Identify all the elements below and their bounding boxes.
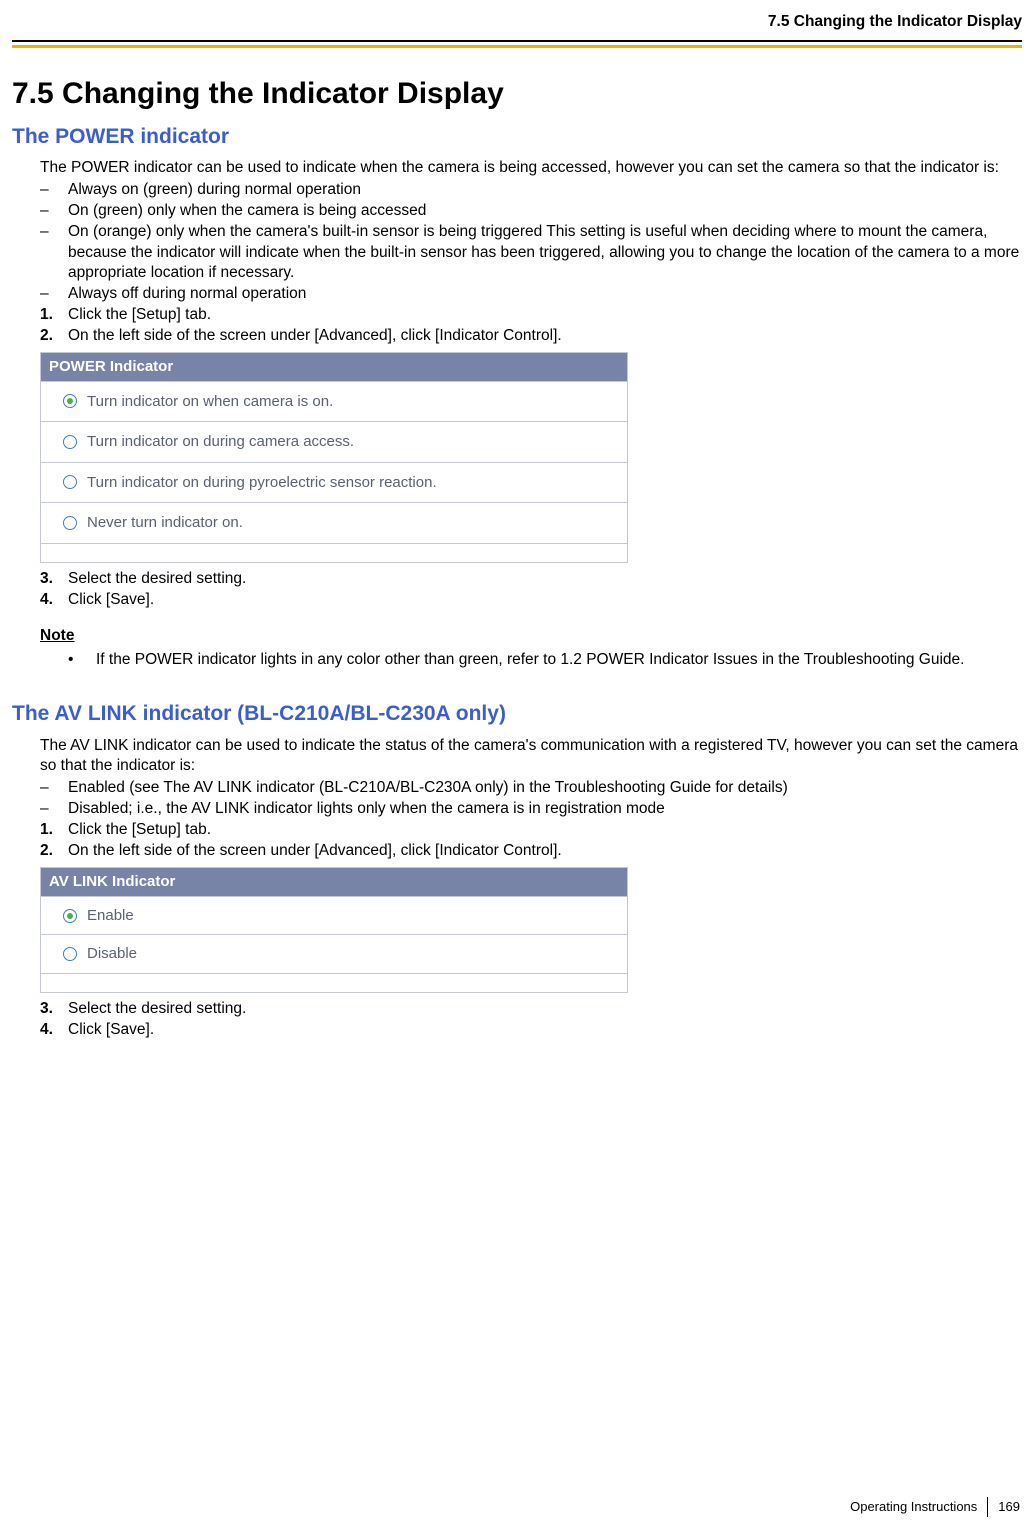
list-item: 3.Select the desired setting. [40,999,1022,1019]
step-text: Click [Save]. [68,590,1022,610]
step-number: 2. [40,841,68,861]
power-dash-list: –Always on (green) during normal operati… [40,180,1022,304]
section-title: 7.5 Changing the Indicator Display [12,74,1022,113]
step-text: Click [Save]. [68,1020,1022,1040]
footer-page-number: 169 [998,1499,1020,1516]
list-item: •If the POWER indicator lights in any co… [68,650,1022,670]
radio-icon[interactable] [63,516,77,530]
page-footer: Operating Instructions 169 [850,1497,1020,1517]
step-number: 3. [40,999,68,1019]
panel-spacer [41,974,627,992]
dash-text: Always on (green) during normal operatio… [68,180,1022,200]
avlink-intro: The AV LINK indicator can be used to ind… [40,736,1022,776]
radio-label: Turn indicator on during camera access. [87,432,354,452]
radio-row[interactable]: Turn indicator on when camera is on. [41,382,627,423]
step-number: 2. [40,326,68,346]
avlink-steps-1: 1.Click the [Setup] tab. 2.On the left s… [40,820,1022,861]
radio-label: Turn indicator on during pyroelectric se… [87,473,437,493]
radio-icon[interactable] [63,475,77,489]
list-item: 2.On the left side of the screen under [… [40,326,1022,346]
power-steps-2: 3.Select the desired setting. 4.Click [S… [40,569,1022,610]
power-intro: The POWER indicator can be used to indic… [40,158,1022,178]
panel-header: AV LINK Indicator [41,868,627,897]
radio-row[interactable]: Disable [41,935,627,974]
dash-marker: – [40,799,68,819]
footer-doc-title: Operating Instructions [850,1499,977,1516]
list-item: –Disabled; i.e., the AV LINK indicator l… [40,799,1022,819]
dash-marker: – [40,222,68,282]
radio-row[interactable]: Turn indicator on during pyroelectric se… [41,463,627,504]
step-text: Select the desired setting. [68,569,1022,589]
radio-icon[interactable] [63,435,77,449]
radio-label: Disable [87,944,137,964]
radio-label: Turn indicator on when camera is on. [87,392,333,412]
panel-spacer [41,544,627,562]
dash-text: Disabled; i.e., the AV LINK indicator li… [68,799,1022,819]
radio-label: Never turn indicator on. [87,513,243,533]
avlink-dash-list: –Enabled (see The AV LINK indicator (BL-… [40,778,1022,819]
section-1-content: The POWER indicator can be used to indic… [40,158,1022,670]
step-text: Click the [Setup] tab. [68,820,1022,840]
radio-label: Enable [87,906,134,926]
radio-icon[interactable] [63,947,77,961]
dash-text: Always off during normal operation [68,284,1022,304]
dash-text: On (orange) only when the camera's built… [68,222,1022,282]
list-item: 2.On the left side of the screen under [… [40,841,1022,861]
list-item: 1.Click the [Setup] tab. [40,820,1022,840]
radio-row[interactable]: Turn indicator on during camera access. [41,422,627,463]
subheading-avlink: The AV LINK indicator (BL-C210A/BL-C230A… [12,700,1022,727]
list-item: 4.Click [Save]. [40,590,1022,610]
dash-marker: – [40,201,68,221]
subheading-power: The POWER indicator [12,123,1022,150]
list-item: 4.Click [Save]. [40,1020,1022,1040]
bullet-marker: • [68,650,96,670]
step-number: 4. [40,590,68,610]
footer-divider [987,1497,988,1517]
header-rule [12,40,1022,42]
list-item: –Always off during normal operation [40,284,1022,304]
dash-marker: – [40,284,68,304]
dash-text: Enabled (see The AV LINK indicator (BL-C… [68,778,1022,798]
radio-icon[interactable] [63,909,77,923]
radio-row[interactable]: Enable [41,897,627,936]
running-header: 7.5 Changing the Indicator Display [12,12,1022,32]
list-item: 1.Click the [Setup] tab. [40,305,1022,325]
step-text: On the left side of the screen under [Ad… [68,326,1022,346]
dash-marker: – [40,778,68,798]
list-item: –Always on (green) during normal operati… [40,180,1022,200]
panel-header: POWER Indicator [41,353,627,382]
note-text: If the POWER indicator lights in any col… [96,650,1022,670]
note-label: Note [40,626,1022,646]
radio-row[interactable]: Never turn indicator on. [41,503,627,544]
step-text: Select the desired setting. [68,999,1022,1019]
note-list: •If the POWER indicator lights in any co… [68,650,1022,670]
avlink-indicator-panel: AV LINK Indicator Enable Disable [40,867,628,993]
step-number: 1. [40,820,68,840]
step-text: On the left side of the screen under [Ad… [68,841,1022,861]
list-item: –On (green) only when the camera is bein… [40,201,1022,221]
power-indicator-panel: POWER Indicator Turn indicator on when c… [40,352,628,563]
dash-text: On (green) only when the camera is being… [68,201,1022,221]
list-item: 3.Select the desired setting. [40,569,1022,589]
dash-marker: – [40,180,68,200]
step-number: 4. [40,1020,68,1040]
avlink-steps-2: 3.Select the desired setting. 4.Click [S… [40,999,1022,1040]
list-item: –Enabled (see The AV LINK indicator (BL-… [40,778,1022,798]
section-2-content: The AV LINK indicator can be used to ind… [40,736,1022,1041]
radio-icon[interactable] [63,394,77,408]
step-number: 1. [40,305,68,325]
list-item: –On (orange) only when the camera's buil… [40,222,1022,282]
step-number: 3. [40,569,68,589]
power-steps-1: 1.Click the [Setup] tab. 2.On the left s… [40,305,1022,346]
step-text: Click the [Setup] tab. [68,305,1022,325]
header-accent [12,45,1022,48]
